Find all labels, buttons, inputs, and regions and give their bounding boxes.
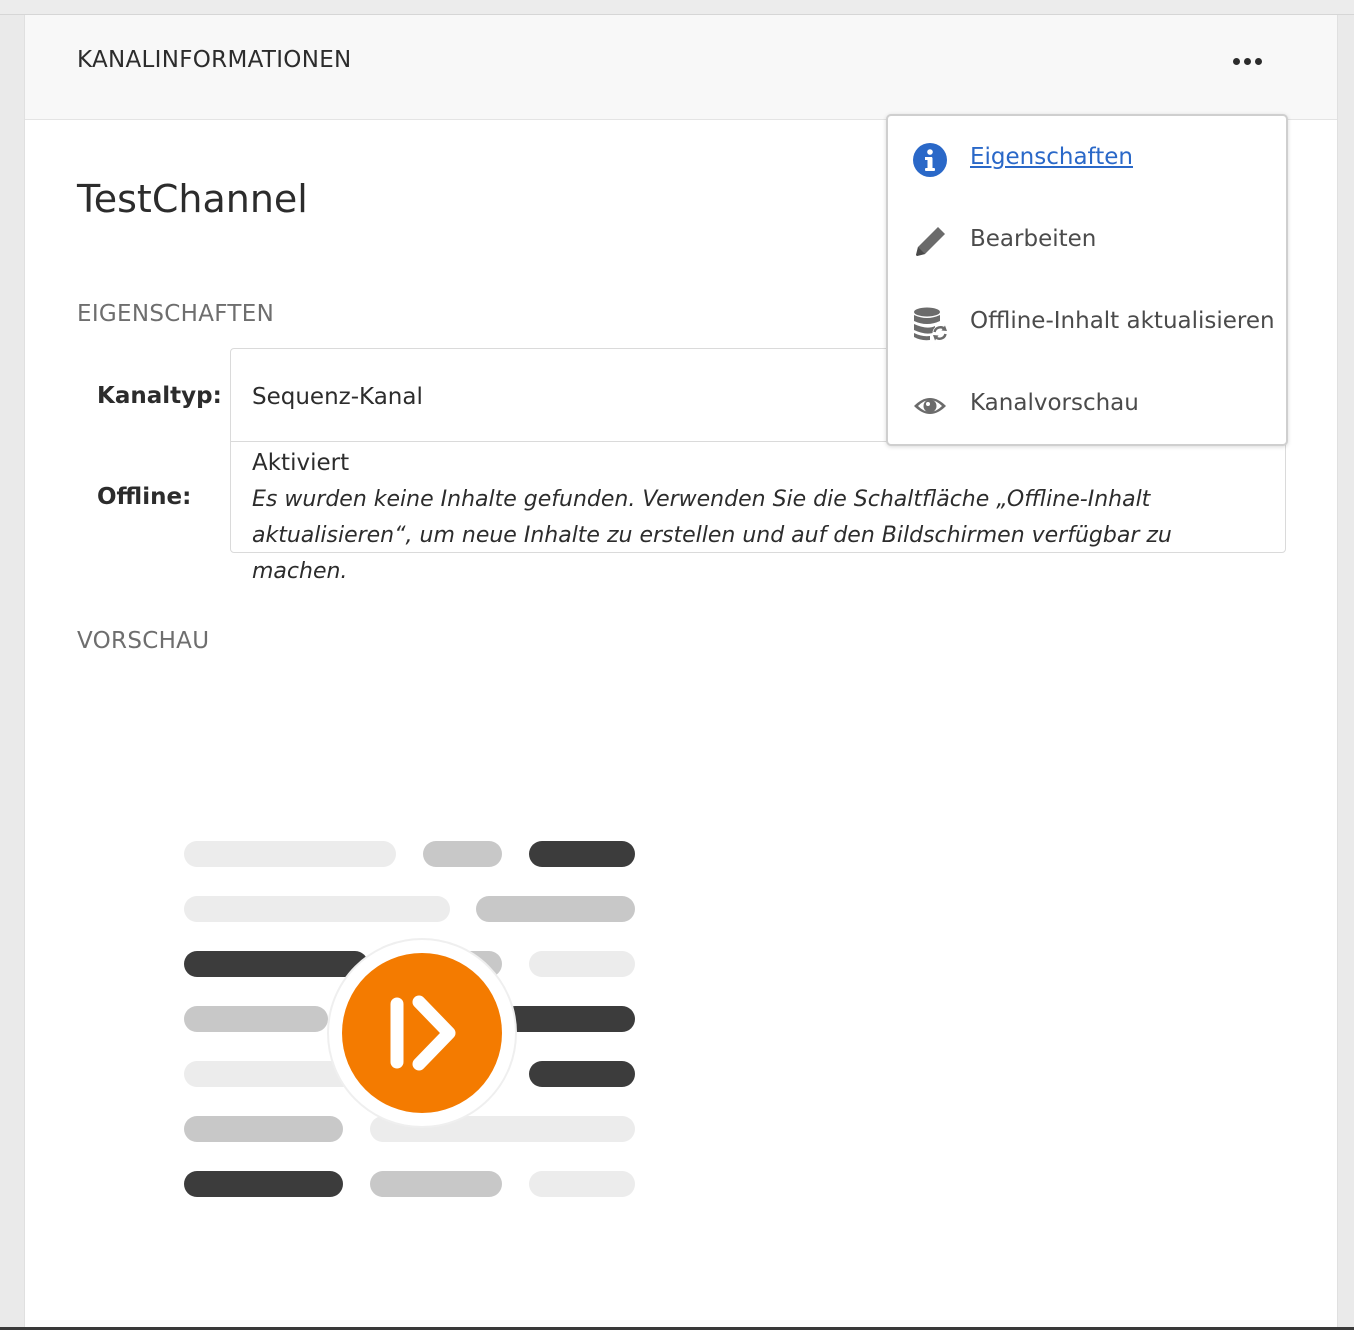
menu-item-label: Bearbeiten (970, 226, 1097, 252)
preview-heading: VORSCHAU (77, 628, 210, 654)
menu-item-properties[interactable]: Eigenschaften (888, 124, 1286, 194)
channel-name: TestChannel (77, 177, 308, 221)
card-header: KANALINFORMATIONEN (25, 15, 1337, 120)
menu-item-label: Offline-Inhalt aktualisieren (970, 308, 1275, 334)
more-horizontal-icon-dot (1243, 57, 1251, 65)
more-actions-button[interactable] (1221, 45, 1273, 77)
page: KANALINFORMATIONEN TestChannel EIGENSCHA… (0, 0, 1354, 1330)
more-horizontal-icon-dot (1254, 57, 1262, 65)
offline-value: Aktiviert (252, 450, 350, 476)
properties-heading: EIGENSCHAFTEN (77, 301, 275, 327)
offline-label: Offline: (97, 484, 192, 510)
database-refresh-icon (914, 307, 948, 341)
card-title: KANALINFORMATIONEN (77, 47, 352, 73)
menu-item-update-offline-content[interactable]: Offline-Inhalt aktualisieren (888, 288, 1286, 358)
menu-item-edit[interactable]: Bearbeiten (888, 206, 1286, 276)
menu-item-channel-preview[interactable]: Kanalvorschau (888, 370, 1286, 440)
menu-item-label: Eigenschaften (970, 144, 1133, 170)
sequence-channel-play-icon (184, 841, 635, 1197)
actions-menu: Eigenschaften Bearbeiten Offline-Inhalt (886, 114, 1288, 446)
menu-item-label: Kanalvorschau (970, 390, 1139, 416)
offline-note: Es wurden keine Inhalte gefunden. Verwen… (252, 487, 1172, 584)
pencil-icon (916, 227, 945, 256)
more-horizontal-icon (1232, 57, 1240, 65)
info-icon (913, 143, 947, 177)
channel-type-value: Sequenz-Kanal (252, 384, 423, 410)
channel-type-label: Kanaltyp: (97, 383, 222, 409)
eye-icon (914, 398, 946, 414)
top-strip (0, 0, 1354, 15)
